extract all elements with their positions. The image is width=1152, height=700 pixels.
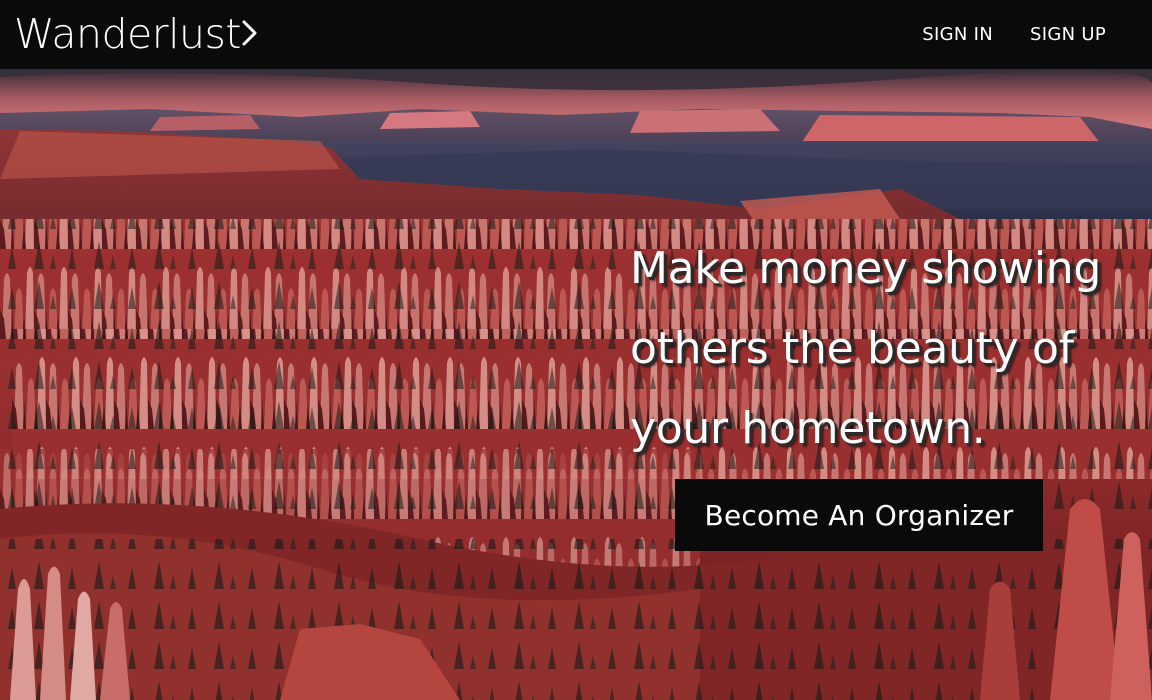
- sign-up-link[interactable]: SIGN UP: [1030, 24, 1106, 45]
- chevron-right-icon: [242, 18, 258, 52]
- sign-in-link[interactable]: SIGN IN: [922, 24, 993, 45]
- brand-name: Wanderlust: [14, 10, 241, 58]
- brand-logo[interactable]: Wanderlust: [14, 14, 258, 55]
- auth-nav: SIGN IN SIGN UP: [922, 24, 1106, 45]
- top-navbar: Wanderlust SIGN IN SIGN UP: [0, 0, 1152, 69]
- headline-line-3: your hometown.: [630, 403, 986, 454]
- headline-line-2: others the beauty of: [630, 323, 1074, 374]
- hero-section: Make money showing others the beauty of …: [0, 69, 1152, 700]
- headline-line-1: Make money showing: [630, 243, 1102, 294]
- become-organizer-button[interactable]: Become An Organizer: [675, 479, 1043, 551]
- hero-headline: Make money showing others the beauty of …: [630, 229, 1130, 469]
